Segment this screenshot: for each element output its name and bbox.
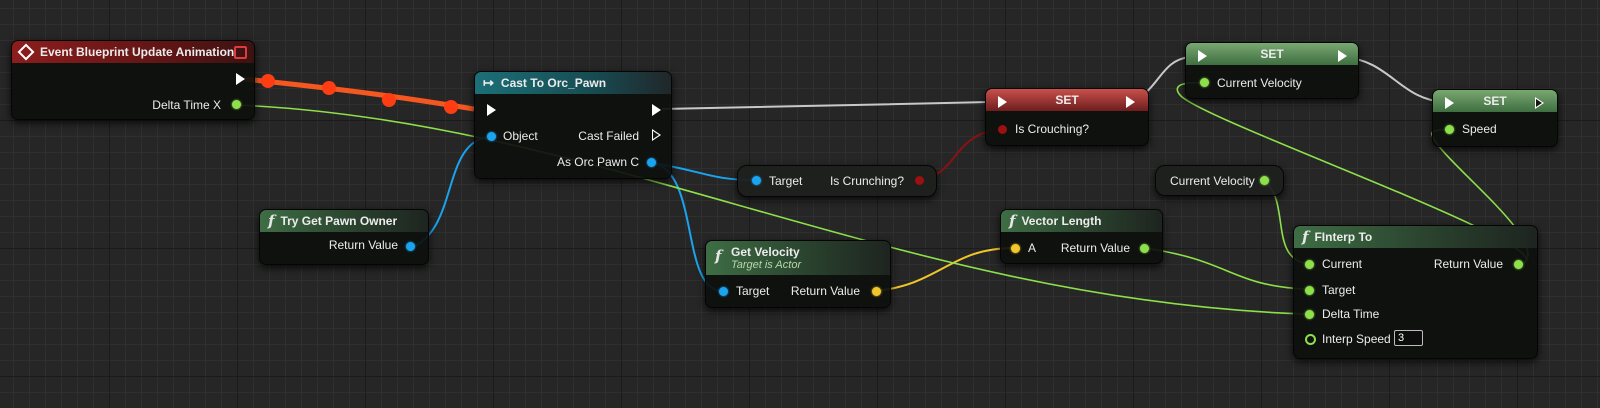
vector-length-a-pin[interactable] [1011, 244, 1020, 253]
finterp-target-label: Target [1322, 283, 1356, 297]
function-f-icon: f [268, 212, 275, 230]
cast-object-label: Object [503, 129, 538, 143]
vector-length-return-pin[interactable] [1140, 244, 1149, 253]
finterp-delta-time-pin[interactable] [1305, 310, 1314, 319]
get-velocity-return-pin[interactable] [872, 287, 881, 296]
finterp-current-pin[interactable] [1305, 260, 1314, 269]
interp-speed-input[interactable]: 3 [1394, 330, 1423, 346]
get-velocity-subtitle: Target is Actor [731, 259, 802, 271]
get-velocity-target-pin[interactable] [719, 287, 728, 296]
current-velocity-set-label: Current Velocity [1217, 76, 1302, 90]
current-velocity-getter-node[interactable]: Current Velocity [1155, 165, 1284, 196]
crunching-target-pin[interactable] [752, 176, 761, 185]
set-crouching-exec-out[interactable] [1126, 96, 1135, 108]
cast-exec-out-pin[interactable] [652, 104, 661, 116]
vector-length-title: Vector Length [1021, 214, 1102, 228]
exec-wire-event-to-cast[interactable] [243, 76, 475, 112]
cast-arrow-icon: ↦ [483, 75, 494, 90]
event-exec-out-pin[interactable] [236, 73, 245, 85]
event-diamond-icon [17, 43, 35, 61]
finterp-target-pin[interactable] [1305, 286, 1314, 295]
vector-length-a-label: A [1028, 241, 1037, 255]
exec-wire-cast-to-set-crouching[interactable] [661, 101, 991, 110]
delta-time-pin[interactable] [232, 100, 241, 109]
finterp-to-node[interactable]: f FInterp To Current Return Value Target… [1293, 225, 1538, 359]
vector-length-return-label: Return Value [1060, 241, 1130, 255]
vector-length-header[interactable]: f Vector Length [1001, 210, 1162, 232]
function-f-icon: f [1009, 212, 1016, 230]
finterp-header[interactable]: f FInterp To [1294, 226, 1537, 248]
pawn-owner-return-pin[interactable] [406, 242, 415, 251]
exec-wire-pulse [261, 74, 275, 88]
delta-time-label: Delta Time X [152, 98, 221, 112]
get-velocity-return-label: Return Value [790, 284, 860, 298]
get-velocity-title: Get Velocity [731, 245, 800, 259]
set-current-velocity-node[interactable]: SET Current Velocity [1185, 42, 1359, 99]
is-crouching-in-pin[interactable] [998, 125, 1007, 134]
set-speed-title: SET [1483, 94, 1507, 108]
finterp-interp-speed-label: Interp Speed [1322, 332, 1391, 346]
finterp-delta-time-label: Delta Time [1322, 307, 1380, 321]
current-velocity-out-pin[interactable] [1260, 176, 1269, 185]
try-get-pawn-owner-node[interactable]: f Try Get Pawn Owner Return Value [259, 209, 429, 265]
set-crouching-title: SET [1055, 93, 1079, 107]
crunching-target-label: Target [769, 174, 803, 188]
exec-wire-pulse [322, 81, 336, 95]
function-f-icon: f [715, 247, 722, 265]
cast-exec-in-pin[interactable] [487, 104, 496, 116]
as-orc-pawn-pin[interactable] [647, 158, 656, 167]
cast-node-title: Cast To Orc_Pawn [500, 76, 607, 90]
current-velocity-get-label: Current Velocity [1170, 174, 1255, 188]
finterp-title: FInterp To [1314, 230, 1373, 244]
set-speed-node[interactable]: SET Speed [1432, 89, 1558, 147]
vector-length-node[interactable]: f Vector Length A Return Value [1000, 209, 1163, 264]
cast-failed-label: Cast Failed [578, 129, 639, 143]
cast-node-header[interactable]: ↦ Cast To Orc_Pawn [475, 72, 671, 94]
event-node-title: Event Blueprint Update Animation [40, 45, 235, 59]
speed-in-pin[interactable] [1445, 125, 1454, 134]
pawn-owner-title: Try Get Pawn Owner [280, 214, 398, 228]
function-f-icon: f [1302, 228, 1309, 246]
finterp-current-label: Current [1322, 257, 1363, 271]
stop-square-icon [234, 46, 247, 59]
finterp-interp-speed-pin[interactable] [1305, 334, 1316, 345]
pawn-owner-header[interactable]: f Try Get Pawn Owner [260, 210, 428, 232]
set-speed-exec-out[interactable] [1535, 97, 1544, 109]
set-velocity-header[interactable]: SET [1186, 43, 1358, 65]
set-velocity-title: SET [1260, 47, 1284, 61]
exec-wire-pulse [382, 93, 396, 107]
set-is-crouching-node[interactable]: SET Is Crouching? [985, 88, 1149, 146]
cast-object-pin[interactable] [487, 132, 496, 141]
get-velocity-target-label: Target [736, 284, 770, 298]
vector-wire-velocity-to-length[interactable] [874, 247, 1015, 292]
is-crunching-label: Is Crunching? [829, 174, 904, 188]
pawn-owner-return-label: Return Value [328, 238, 398, 252]
event-node-header[interactable]: Event Blueprint Update Animation [12, 41, 254, 63]
finterp-return-pin[interactable] [1514, 260, 1523, 269]
finterp-return-label: Return Value [1433, 257, 1503, 271]
speed-label: Speed [1462, 122, 1497, 136]
current-velocity-in-pin[interactable] [1200, 78, 1209, 87]
get-velocity-node[interactable]: f Get Velocity Target is Actor Target Re… [705, 240, 891, 308]
set-velocity-exec-in[interactable] [1198, 50, 1207, 62]
set-crouching-header[interactable]: SET [986, 89, 1148, 111]
is-crunching-out-pin[interactable] [915, 176, 924, 185]
as-orc-pawn-label: As Orc Pawn C [556, 155, 639, 169]
is-crunching-getter-node[interactable]: Target Is Crunching? [737, 165, 937, 197]
set-crouching-exec-in[interactable] [998, 96, 1007, 108]
is-crouching-label: Is Crouching? [1015, 122, 1090, 136]
cast-to-orc-pawn-node[interactable]: ↦ Cast To Orc_Pawn Object Cast Failed As… [474, 71, 672, 179]
set-speed-exec-in[interactable] [1445, 97, 1454, 109]
get-velocity-header[interactable]: f Get Velocity Target is Actor [706, 241, 890, 275]
float-wire-length-to-finterp-target[interactable] [1143, 247, 1305, 290]
exec-wire-pulse [444, 100, 458, 114]
set-velocity-exec-out[interactable] [1338, 50, 1347, 62]
event-update-animation-node[interactable]: Event Blueprint Update Animation Delta T… [11, 40, 255, 120]
cast-failed-exec-pin[interactable] [652, 129, 661, 141]
